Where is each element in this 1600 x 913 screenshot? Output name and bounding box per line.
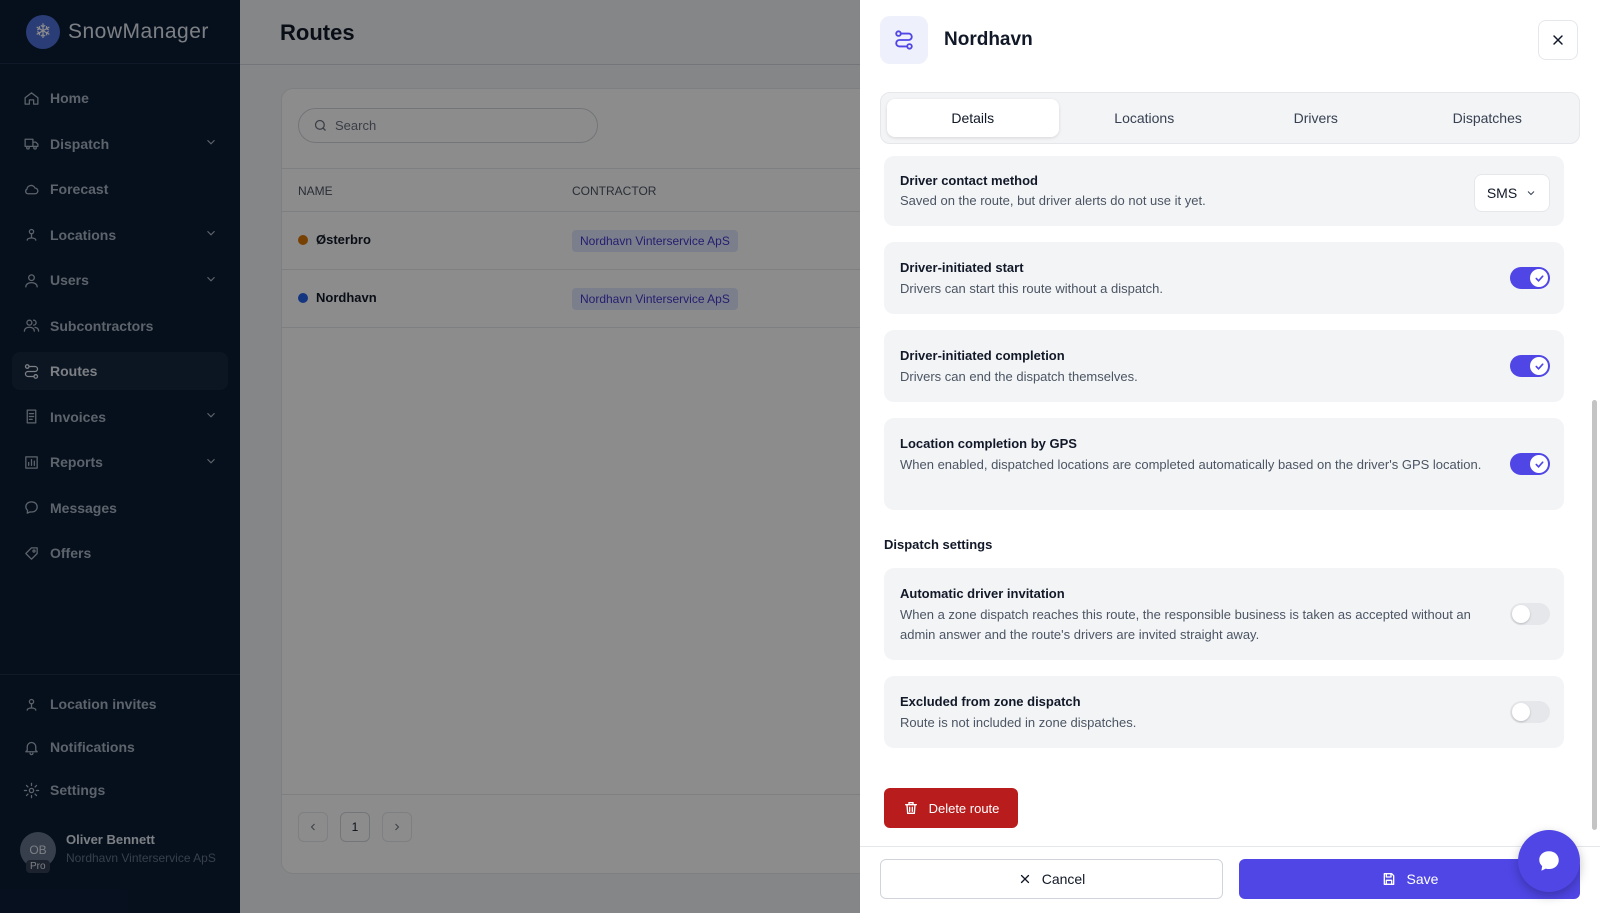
setting-driver-initiated-completion: Driver-initiated completion Drivers can … (884, 330, 1564, 402)
check-icon (1534, 274, 1544, 282)
setting-title: Location completion by GPS (900, 436, 1077, 451)
toggle-driver-initiated-start[interactable] (1510, 267, 1550, 289)
toggle-location-completion-gps[interactable] (1510, 453, 1550, 475)
toggle-knob (1512, 703, 1530, 721)
save-label: Save (1406, 871, 1439, 887)
contact-method-select[interactable]: SMS (1474, 174, 1550, 212)
check-icon (1534, 460, 1544, 468)
scroll-thumb[interactable] (1592, 400, 1597, 830)
toggle-knob (1530, 269, 1548, 287)
save-icon (1383, 873, 1394, 885)
setting-description: Drivers can start this route without a d… (900, 281, 1164, 296)
setting-driver-contact-method: Driver contact method Saved on the route… (884, 156, 1564, 226)
trash-icon (904, 802, 917, 814)
chevron-down-icon (1527, 191, 1535, 196)
toggle-knob (1530, 455, 1548, 473)
tab-details[interactable]: Details (887, 99, 1059, 137)
panel-title: Nordhavn (944, 29, 1033, 50)
setting-driver-initiated-start: Driver-initiated start Drivers can start… (884, 242, 1564, 314)
setting-description: Saved on the route, but driver alerts do… (900, 193, 1206, 208)
delete-route-label: Delete route (928, 800, 1000, 816)
close-button[interactable] (1538, 20, 1578, 60)
setting-description: Drivers can end the dispatch themselves. (900, 369, 1138, 384)
panel-footer: Cancel Save (860, 846, 1600, 913)
select-value: SMS (1486, 185, 1518, 201)
toggle-excluded-zone-dispatch[interactable] (1510, 701, 1550, 723)
setting-automatic-driver-invitation: Automatic driver invitation When a zone … (884, 568, 1564, 660)
section-title: Dispatch settings (884, 537, 993, 552)
setting-title: Driver-initiated completion (900, 348, 1065, 363)
cancel-label: Cancel (1041, 871, 1086, 887)
delete-route-button[interactable]: Delete route (884, 788, 1018, 828)
setting-location-completion-gps: Location completion by GPS When enabled,… (884, 418, 1564, 510)
setting-title: Driver contact method (900, 173, 1038, 188)
setting-description: Route is not included in zone dispatches… (900, 715, 1137, 730)
panel-tabs: Details Locations Drivers Dispatches (880, 92, 1580, 144)
tab-drivers[interactable]: Drivers (1230, 99, 1402, 137)
toggle-driver-initiated-completion[interactable] (1510, 355, 1550, 377)
tab-dispatches[interactable]: Dispatches (1402, 99, 1574, 137)
close-icon (1553, 35, 1563, 45)
cancel-button[interactable]: Cancel (880, 859, 1223, 899)
panel-header: Nordhavn (860, 0, 1600, 82)
tab-locations[interactable]: Locations (1059, 99, 1231, 137)
chat-bubble-icon (1539, 851, 1559, 871)
close-icon (1020, 874, 1029, 884)
setting-title: Excluded from zone dispatch (900, 694, 1081, 709)
setting-description: When enabled, dispatched locations are c… (900, 457, 1482, 472)
setting-description: When a zone dispatch reaches this route,… (900, 607, 1471, 642)
setting-title: Automatic driver invitation (900, 586, 1065, 601)
check-icon (1534, 362, 1544, 370)
toggle-knob (1512, 605, 1530, 623)
panel-content: Driver contact method Saved on the route… (860, 156, 1600, 846)
setting-title: Driver-initiated start (900, 260, 1024, 275)
route-details-panel: Nordhavn Details Locations Drivers Dispatch… (860, 0, 1600, 913)
panel-scrollbar[interactable] (1592, 160, 1597, 840)
chat-button[interactable] (1518, 830, 1580, 892)
toggle-automatic-driver-invitation[interactable] (1510, 603, 1550, 625)
toggle-knob (1530, 357, 1548, 375)
setting-excluded-zone-dispatch: Excluded from zone dispatch Route is not… (884, 676, 1564, 748)
route-icon (880, 16, 928, 64)
